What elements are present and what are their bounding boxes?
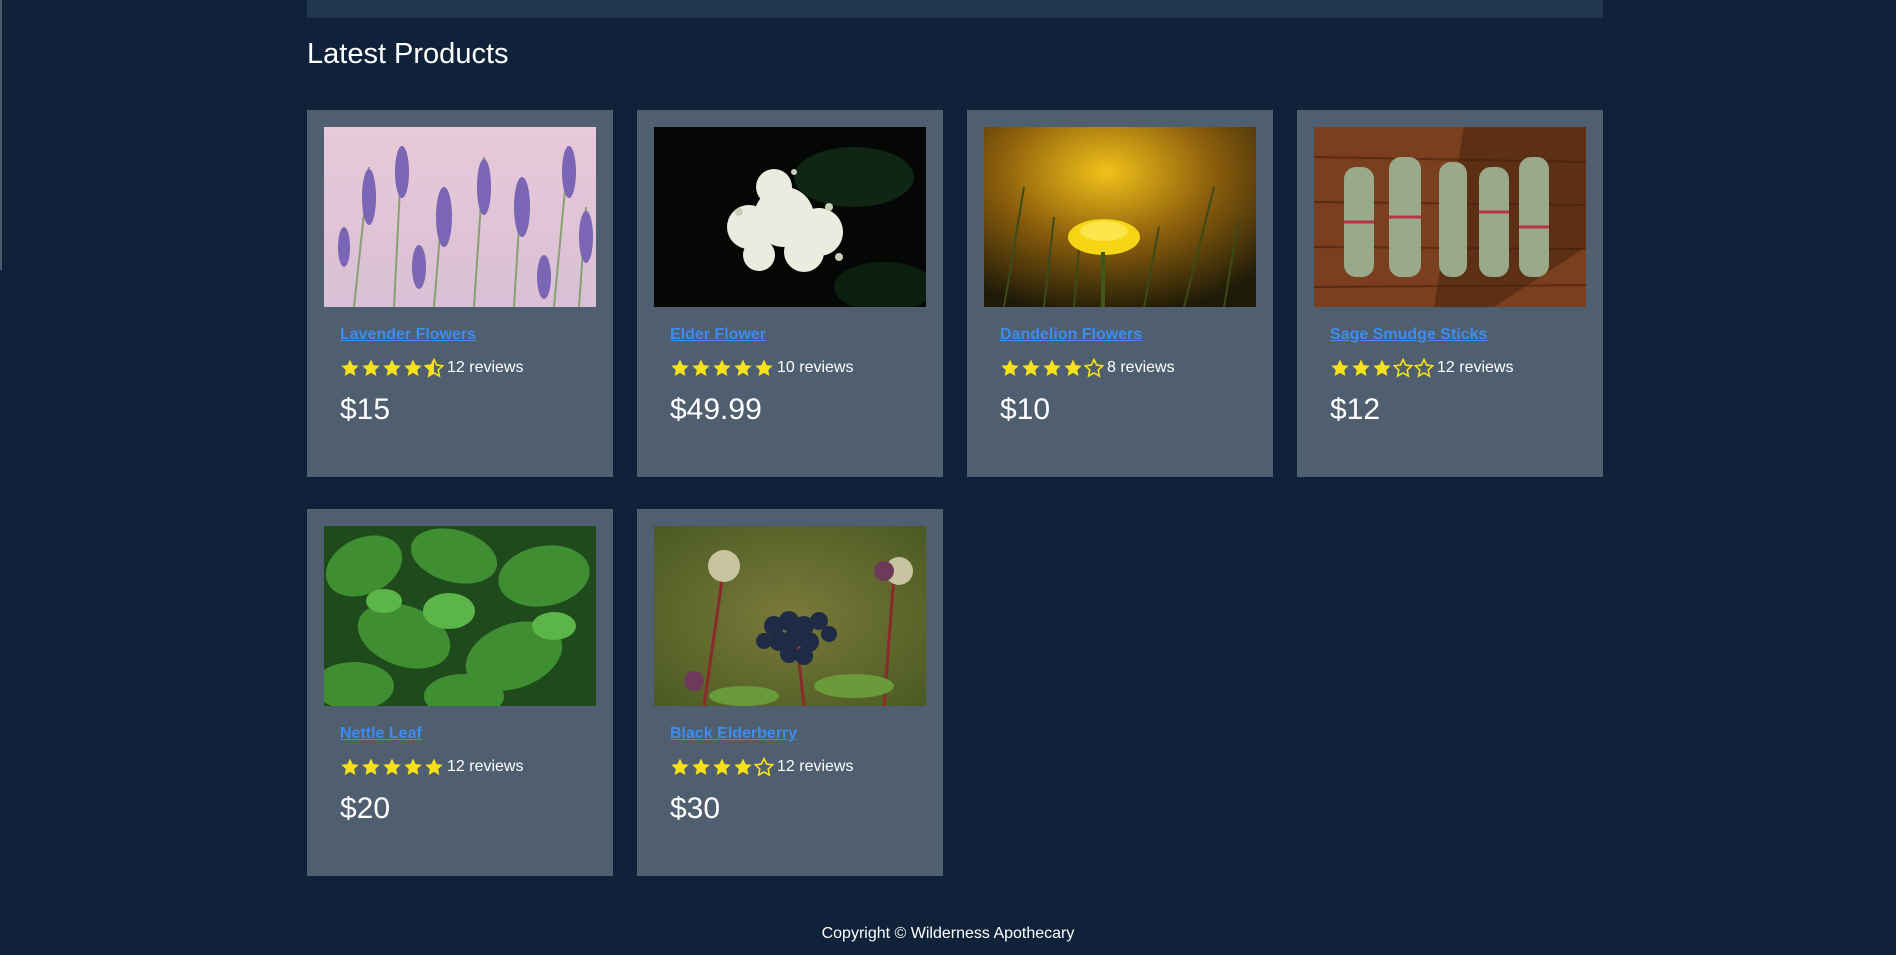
star-filled-icon bbox=[670, 757, 690, 777]
star-filled-icon bbox=[712, 358, 732, 378]
star-filled-icon bbox=[340, 358, 360, 378]
product-link[interactable]: Lavender Flowers bbox=[340, 326, 476, 344]
product-link[interactable]: Dandelion Flowers bbox=[1000, 326, 1142, 344]
star-filled-icon bbox=[403, 757, 423, 777]
star-empty-icon bbox=[1084, 358, 1104, 378]
star-rating: 12 reviews bbox=[340, 357, 523, 379]
product-price: $30 bbox=[670, 792, 721, 825]
elderberry-photo[interactable] bbox=[654, 526, 926, 706]
review-count[interactable]: 12 reviews bbox=[777, 758, 853, 776]
product-link[interactable]: Black Elderberry bbox=[670, 725, 797, 743]
star-filled-icon bbox=[1372, 358, 1392, 378]
star-filled-icon bbox=[361, 757, 381, 777]
product-price: $15 bbox=[340, 393, 391, 426]
star-filled-icon bbox=[1042, 358, 1062, 378]
star-filled-icon bbox=[403, 358, 423, 378]
review-count[interactable]: 12 reviews bbox=[447, 758, 523, 776]
star-filled-icon bbox=[670, 358, 690, 378]
product-card: Dandelion Flowers 8 reviews $10 bbox=[967, 110, 1273, 477]
elderflower-photo[interactable] bbox=[654, 127, 926, 307]
dandelion-photo[interactable] bbox=[984, 127, 1256, 307]
lavender-photo[interactable] bbox=[324, 127, 596, 307]
star-filled-icon bbox=[340, 757, 360, 777]
star-filled-icon bbox=[1351, 358, 1371, 378]
star-rating: 12 reviews bbox=[1330, 357, 1513, 379]
product-card: Elder Flower 10 reviews $49.99 bbox=[637, 110, 943, 477]
star-filled-icon bbox=[733, 757, 753, 777]
sage-photo[interactable] bbox=[1314, 127, 1586, 307]
product-price: $20 bbox=[340, 792, 391, 825]
star-empty-icon bbox=[1393, 358, 1413, 378]
window-edge bbox=[0, 0, 2, 270]
star-filled-icon bbox=[1330, 358, 1350, 378]
product-price: $12 bbox=[1330, 393, 1381, 426]
star-filled-icon bbox=[382, 358, 402, 378]
star-filled-icon bbox=[424, 757, 444, 777]
star-empty-icon bbox=[754, 757, 774, 777]
star-filled-icon bbox=[1000, 358, 1020, 378]
star-rating: 8 reviews bbox=[1000, 357, 1175, 379]
product-card: Nettle Leaf 12 reviews $20 bbox=[307, 509, 613, 876]
top-bar bbox=[307, 0, 1603, 18]
product-link[interactable]: Elder Flower bbox=[670, 326, 766, 344]
product-price: $49.99 bbox=[670, 393, 762, 426]
nettle-photo[interactable] bbox=[324, 526, 596, 706]
star-empty-icon bbox=[1414, 358, 1434, 378]
review-count[interactable]: 12 reviews bbox=[1437, 359, 1513, 377]
star-filled-icon bbox=[691, 358, 711, 378]
section-title: Latest Products bbox=[307, 38, 509, 70]
product-link[interactable]: Sage Smudge Sticks bbox=[1330, 326, 1487, 344]
star-filled-icon bbox=[712, 757, 732, 777]
footer-copyright: Copyright © Wilderness Apothecary bbox=[821, 925, 1075, 942]
star-filled-icon bbox=[361, 358, 381, 378]
star-half-icon bbox=[424, 358, 444, 378]
star-filled-icon bbox=[691, 757, 711, 777]
product-card: Sage Smudge Sticks 12 reviews $12 bbox=[1297, 110, 1603, 477]
main-content: Latest Products Lavender Flowers 12 revi… bbox=[307, 0, 1603, 876]
product-price: $10 bbox=[1000, 393, 1051, 426]
star-rating: 10 reviews bbox=[670, 357, 853, 379]
star-rating: 12 reviews bbox=[340, 756, 523, 778]
product-card: Black Elderberry 12 reviews $30 bbox=[637, 509, 943, 876]
review-count[interactable]: 12 reviews bbox=[447, 359, 523, 377]
review-count[interactable]: 8 reviews bbox=[1107, 359, 1175, 377]
review-count[interactable]: 10 reviews bbox=[777, 359, 853, 377]
star-filled-icon bbox=[754, 358, 774, 378]
star-filled-icon bbox=[733, 358, 753, 378]
star-filled-icon bbox=[1063, 358, 1083, 378]
star-filled-icon bbox=[382, 757, 402, 777]
star-rating: 12 reviews bbox=[670, 756, 853, 778]
product-link[interactable]: Nettle Leaf bbox=[340, 725, 422, 743]
product-card: Lavender Flowers 12 reviews $15 bbox=[307, 110, 613, 477]
star-filled-icon bbox=[1021, 358, 1041, 378]
